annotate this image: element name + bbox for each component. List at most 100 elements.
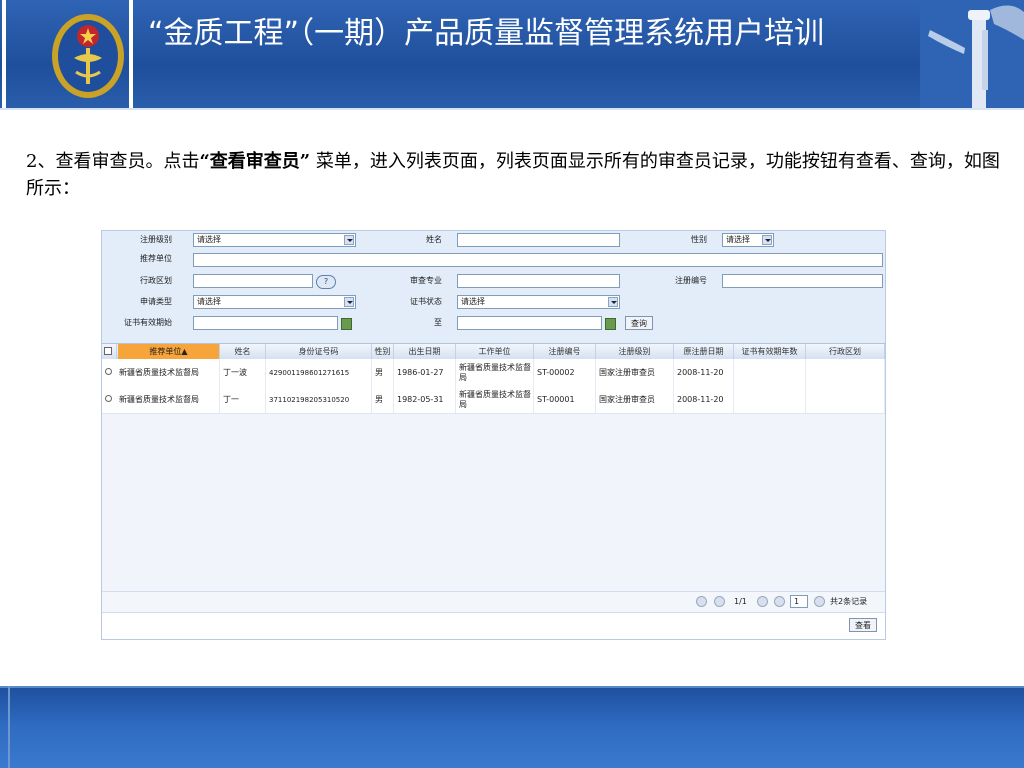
intro-prefix: 2、查看审查员。点击 [26,151,200,172]
column-header-sorted[interactable]: 推荐单位▲ [118,344,220,359]
chevron-down-icon[interactable] [344,297,354,307]
review-major-label: 审查专业 [410,276,442,285]
reviewer-list-screen: 注册级别 请选择 姓名 性别 请选择 推荐单位 行政区划 ? 审查专业 注册编号… [101,230,886,640]
cert-valid-start-input[interactable] [193,316,338,330]
table-row[interactable]: 新疆省质量技术监督局 丁一波 429001198601271615 男 1986… [102,359,885,387]
cell-rec-unit: 新疆省质量技术监督局 [116,386,220,413]
column-header[interactable]: 行政区划 [806,344,885,359]
first-page-icon[interactable] [696,596,707,607]
chevron-down-icon[interactable] [344,235,354,245]
cell-cert-years [734,386,806,413]
column-header[interactable]: 出生日期 [394,344,456,359]
cell-orig-reg-date: 2008-11-20 [674,359,734,386]
cert-status-label: 证书状态 [410,297,442,306]
cell-name: 丁一波 [220,359,266,386]
column-header[interactable]: 注册编号 [534,344,596,359]
header-divider [129,0,133,110]
column-header[interactable]: 注册级别 [596,344,674,359]
slide-footer [0,686,1024,768]
cert-status-select[interactable]: 请选择 [457,295,620,309]
reg-level-value: 请选择 [197,235,221,244]
record-total: 共2条记录 [830,597,868,606]
prev-page-icon[interactable] [714,596,725,607]
calendar-icon[interactable] [341,318,352,330]
apply-type-select[interactable]: 请选择 [193,295,356,309]
to-label: 至 [434,318,442,327]
help-icon[interactable]: ? [316,275,336,289]
column-header[interactable]: 证书有效期年数 [734,344,806,359]
intro-emphasis: “查看审查员” [199,151,311,172]
form-row: 注册级别 请选择 姓名 性别 请选择 [102,231,885,251]
slide-header: “金质工程”（一期）产品质量监督管理系统用户培训 [0,0,1024,110]
search-form: 注册级别 请选择 姓名 性别 请选择 推荐单位 行政区划 ? 审查专业 注册编号… [102,231,885,343]
column-header[interactable]: 性别 [372,344,394,359]
admin-region-input[interactable] [193,274,313,288]
cell-birth-date: 1982-05-31 [394,386,456,413]
column-header[interactable]: 原注册日期 [674,344,734,359]
pager: 1/1 1 共2条记录 [102,591,885,612]
query-button[interactable]: 查询 [625,316,653,330]
cell-reg-level: 国家注册审查员 [596,359,674,386]
footer-line [0,686,1024,688]
cell-reg-no: ST-00002 [534,359,596,386]
cell-gender: 男 [372,359,394,386]
table-row[interactable]: 新疆省质量技术监督局 丁一 371102198205310520 男 1982-… [102,386,885,414]
apply-type-label: 申请类型 [140,297,172,306]
action-bar: 查看 [102,612,885,639]
go-page-icon[interactable] [814,596,825,607]
cert-valid-end-input[interactable] [457,316,602,330]
cell-work-unit: 新疆省质量技术监督局 [456,359,534,386]
rec-unit-label: 推荐单位 [140,254,172,263]
quality-supervision-emblem-icon [52,14,124,98]
gender-label: 性别 [691,235,707,244]
row-radio[interactable] [105,395,112,402]
cell-rec-unit: 新疆省质量技术监督局 [116,359,220,386]
chevron-down-icon[interactable] [608,297,618,307]
page-info: 1/1 [734,597,747,606]
last-page-icon[interactable] [774,596,785,607]
slide-title: “金质工程”（一期）产品质量监督管理系统用户培训 [148,16,825,51]
footer-divider [8,686,10,768]
cell-orig-reg-date: 2008-11-20 [674,386,734,413]
cell-birth-date: 1986-01-27 [394,359,456,386]
column-header[interactable]: 工作单位 [456,344,534,359]
next-page-icon[interactable] [757,596,768,607]
view-button[interactable]: 查看 [849,618,877,632]
name-input[interactable] [457,233,620,247]
rec-unit-input[interactable] [193,253,883,267]
chevron-down-icon[interactable] [762,235,772,245]
row-radio[interactable] [105,368,112,375]
intro-paragraph: 2、查看审查员。点击“查看审查员” 菜单，进入列表页面，列表页面显示所有的审查员… [26,148,1001,202]
admin-region-label: 行政区划 [140,276,172,285]
apply-type-value: 请选择 [197,297,221,306]
form-row: 行政区划 ? 审查专业 注册编号 [102,272,885,292]
column-header[interactable]: 姓名 [220,344,266,359]
reg-level-label: 注册级别 [140,235,172,244]
cell-admin-region [806,386,885,413]
cell-name: 丁一 [220,386,266,413]
cell-gender: 男 [372,386,394,413]
page-number-input[interactable]: 1 [790,595,808,608]
cert-valid-start-label: 证书有效期始 [124,318,172,327]
form-row: 证书有效期始 至 查询 [102,314,885,334]
calendar-icon[interactable] [605,318,616,330]
name-label: 姓名 [426,235,442,244]
reg-no-input[interactable] [722,274,883,288]
cell-reg-no: ST-00001 [534,386,596,413]
gender-value: 请选择 [726,235,750,244]
cell-cert-years [734,359,806,386]
form-row: 申请类型 请选择 证书状态 请选择 [102,293,885,313]
cell-reg-level: 国家注册审查员 [596,386,674,413]
review-major-input[interactable] [457,274,620,288]
header-underline [0,108,1024,110]
column-header[interactable]: 身份证号码 [266,344,372,359]
select-all-checkbox[interactable] [104,347,112,355]
form-row: 推荐单位 [102,250,885,270]
gender-select[interactable]: 请选择 [722,233,774,247]
cell-id-number: 429001198601271615 [266,359,372,386]
reg-level-select[interactable]: 请选择 [193,233,356,247]
reg-no-label: 注册编号 [675,276,707,285]
cell-id-number: 371102198205310520 [266,386,372,413]
cell-work-unit: 新疆省质量技术监督局 [456,386,534,413]
huabiao-pillar-icon [920,0,1024,108]
